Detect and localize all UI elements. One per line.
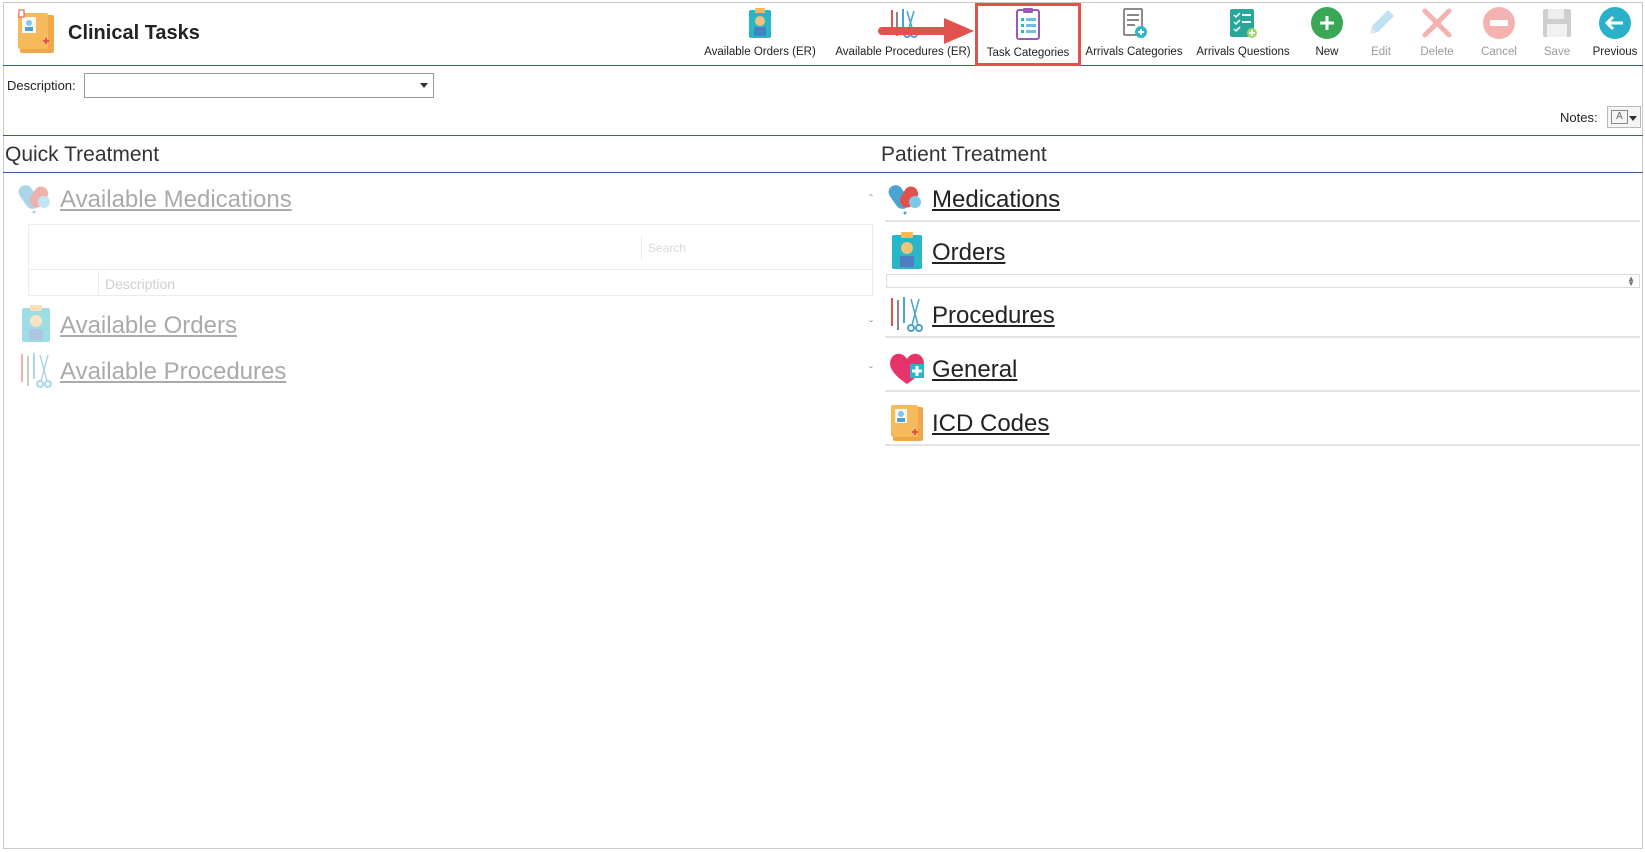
- surgical-tools-icon: [21, 353, 52, 388]
- available-orders-label[interactable]: Available Orders: [60, 312, 237, 340]
- task-categories-button[interactable]: Task Categories: [975, 3, 1081, 66]
- clipboard-doctor-icon: [892, 232, 922, 269]
- quick-treatment-heading: Quick Treatment: [5, 143, 160, 166]
- plus-circle-icon: [1311, 7, 1343, 39]
- procedures-label[interactable]: Procedures: [932, 302, 1055, 330]
- clipboard-doctor-icon: [22, 305, 50, 342]
- new-button[interactable]: New: [1307, 4, 1347, 64]
- minus-circle-icon: [1483, 7, 1515, 39]
- text-format-icon: A: [1611, 110, 1628, 124]
- previous-label: Previous: [1592, 46, 1638, 58]
- arrivals-categories-button[interactable]: Arrivals Categories: [1083, 4, 1185, 64]
- arrivals-questions-label: Arrivals Questions: [1196, 46, 1290, 58]
- delete-label: Delete: [1420, 46, 1454, 58]
- floppy-disk-icon: [1543, 9, 1571, 37]
- previous-button[interactable]: Previous: [1589, 4, 1641, 64]
- orders-label[interactable]: Orders: [932, 239, 1005, 267]
- red-arrow-icon: [878, 18, 974, 44]
- medications-label[interactable]: Medications: [932, 186, 1060, 214]
- clinical-folder-icon: [891, 405, 923, 441]
- arrow-left-circle-icon: [1599, 7, 1631, 39]
- pills-icon: [18, 185, 50, 214]
- heart-plus-icon: [890, 353, 924, 384]
- grid-header-row: Description: [29, 269, 872, 296]
- section-divider: [3, 172, 1643, 173]
- description-dropdown[interactable]: [84, 73, 434, 98]
- chevron-down-icon: [1629, 116, 1637, 121]
- notes-label: Notes:: [1560, 110, 1598, 125]
- save-label: Save: [1543, 46, 1571, 58]
- edit-label: Edit: [1371, 46, 1391, 58]
- available-medications-label[interactable]: Available Medications: [60, 186, 292, 214]
- orders-item[interactable]: Orders: [885, 227, 1640, 273]
- delete-button[interactable]: Delete: [1414, 4, 1460, 64]
- chevron-down-icon[interactable]: ˇ: [869, 364, 873, 378]
- available-procedures-item[interactable]: Available Procedures ˇ: [18, 350, 873, 390]
- divider: [3, 135, 1643, 136]
- orders-scrollbar[interactable]: ▲ ▼: [886, 274, 1640, 288]
- grid-header-blank: [29, 270, 99, 296]
- task-list-clipboard-icon: [1016, 8, 1040, 40]
- grid-header-description[interactable]: Description: [105, 276, 175, 292]
- available-procedures-er-label: Available Procedures (ER): [835, 46, 971, 58]
- toolbar: Available Orders (ER) Available Procedur…: [0, 0, 1640, 66]
- edit-button[interactable]: Edit: [1361, 4, 1401, 64]
- pencil-icon: [1370, 10, 1394, 34]
- task-categories-label: Task Categories: [986, 47, 1070, 59]
- patient-treatment-heading: Patient Treatment: [881, 143, 1047, 166]
- procedures-item[interactable]: Procedures: [885, 290, 1640, 338]
- clipboard-doctor-icon: [749, 8, 771, 38]
- checklist-add-icon: [1230, 9, 1257, 38]
- document-add-icon: [1123, 8, 1147, 38]
- general-label[interactable]: General: [932, 356, 1017, 384]
- arrivals-questions-button[interactable]: Arrivals Questions: [1193, 4, 1293, 64]
- general-item[interactable]: General: [885, 344, 1640, 392]
- description-label: Description:: [7, 78, 76, 93]
- medications-item[interactable]: Medications: [885, 174, 1640, 222]
- search-placeholder: Search: [648, 241, 687, 255]
- icd-codes-item[interactable]: ICD Codes: [885, 398, 1640, 446]
- save-button[interactable]: Save: [1538, 4, 1576, 64]
- notes-dropdown-button[interactable]: A: [1607, 106, 1641, 128]
- chevron-up-icon[interactable]: ˆ: [869, 192, 873, 206]
- surgical-tools-icon: [891, 297, 923, 332]
- chevron-down-icon[interactable]: ˇ: [869, 318, 873, 332]
- arrivals-categories-label: Arrivals Categories: [1085, 46, 1183, 58]
- spinner-arrows-icon[interactable]: ▲ ▼: [1627, 275, 1635, 288]
- search-input[interactable]: Search: [641, 235, 865, 261]
- new-label: New: [1315, 46, 1339, 58]
- available-medications-item[interactable]: Available Medications ˆ: [18, 178, 873, 218]
- medications-grid: Search Description: [28, 224, 873, 296]
- pills-icon: [888, 185, 921, 215]
- available-orders-er-button[interactable]: Available Orders (ER): [703, 4, 817, 64]
- available-orders-item[interactable]: Available Orders ˇ: [18, 304, 873, 344]
- x-cross-icon: [1422, 8, 1452, 38]
- cancel-button[interactable]: Cancel: [1477, 4, 1521, 64]
- icd-codes-label[interactable]: ICD Codes: [932, 410, 1049, 438]
- available-orders-er-label: Available Orders (ER): [704, 46, 816, 58]
- cancel-label: Cancel: [1481, 46, 1517, 58]
- available-procedures-label[interactable]: Available Procedures: [60, 358, 286, 386]
- chevron-down-icon: [420, 83, 428, 88]
